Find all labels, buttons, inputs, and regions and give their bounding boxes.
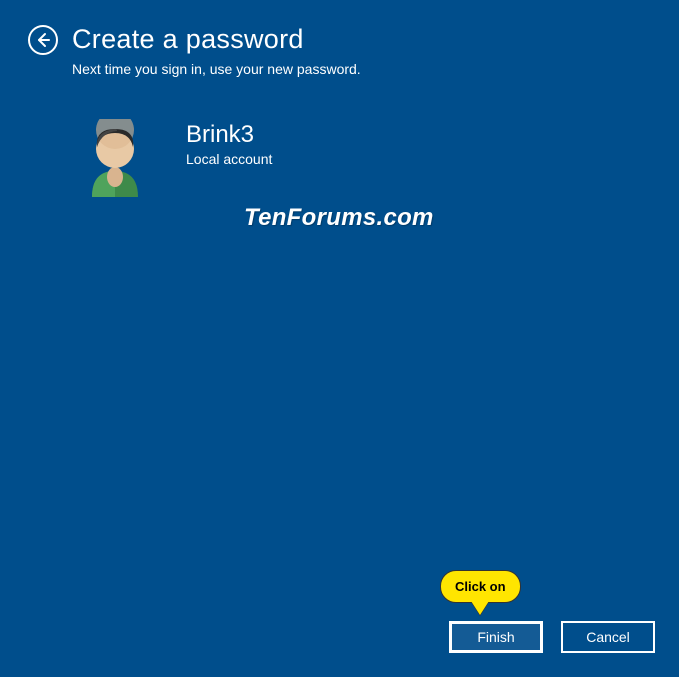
- account-type: Local account: [186, 151, 272, 167]
- account-name: Brink3: [186, 121, 272, 149]
- back-arrow-icon: [35, 32, 51, 48]
- cancel-button[interactable]: Cancel: [561, 621, 655, 653]
- callout-tail-icon: [471, 601, 489, 615]
- avatar: [72, 119, 158, 205]
- annotation-callout: Click on: [440, 570, 521, 615]
- user-avatar-icon: [72, 119, 158, 205]
- finish-button[interactable]: Finish: [449, 621, 543, 653]
- watermark-text: TenForums.com: [244, 204, 434, 232]
- page-title: Create a password: [72, 24, 304, 55]
- back-button[interactable]: [28, 25, 58, 55]
- page-subtitle: Next time you sign in, use your new pass…: [0, 61, 679, 77]
- account-info: Brink3 Local account: [0, 119, 679, 205]
- callout-label: Click on: [440, 570, 521, 603]
